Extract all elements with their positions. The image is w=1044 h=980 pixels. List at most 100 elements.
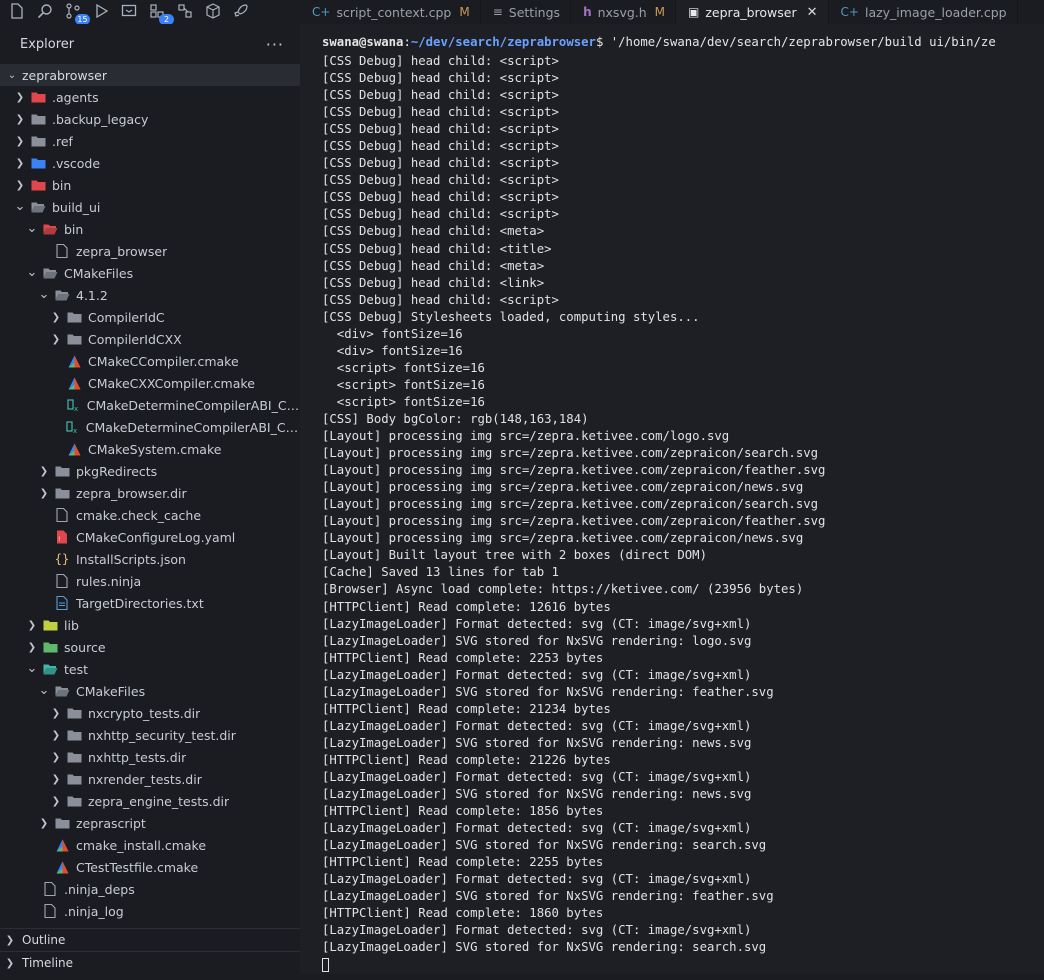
tree-item-label: .ref — [52, 133, 73, 149]
folder-icon — [54, 684, 70, 698]
tree-file[interactable]: ❯rules.ninja — [0, 570, 300, 592]
terminal-line: [CSS] Body bgColor: rgb(148,163,184) — [322, 411, 589, 426]
tree-folder[interactable]: ⌄ bin — [0, 218, 300, 240]
tree-item-label: CMakeDetermineCompilerABI_C.bin — [86, 397, 300, 413]
terminal-line: <div> fontSize=16 — [322, 343, 463, 358]
prompt-path: ~/dev/search/zeprabrowser — [410, 35, 596, 49]
tree-folder[interactable]: ❯ bin — [0, 174, 300, 196]
modified-indicator: M — [654, 5, 666, 19]
tree-file[interactable]: ❯{}InstallScripts.json — [0, 548, 300, 570]
tree-file[interactable]: ❯CMakeSystem.cmake — [0, 438, 300, 460]
cpp-file-icon: C+ — [312, 5, 331, 19]
tree-item-label: CTestTestfile.cmake — [76, 859, 199, 875]
tab-settings[interactable]: ≡ Settings — [481, 0, 572, 24]
tree-item-label: rules.ninja — [76, 573, 142, 589]
terminal-line: [LazyImageLoader] SVG stored for NxSVG r… — [322, 735, 752, 750]
file-icon — [54, 574, 70, 588]
files-icon[interactable] — [8, 3, 26, 21]
tree-file[interactable]: ❯xCMakeDetermineCompilerABI_C.bin — [0, 394, 300, 416]
folder-icon — [66, 310, 82, 324]
tree-file[interactable]: ❯xCMakeDetermineCompilerABI_CXX.... — [0, 416, 300, 438]
tree-item-label: nxhttp_security_test.dir — [88, 727, 236, 743]
chevron-right-icon: ❯ — [51, 707, 61, 719]
tree-file[interactable]: ❯CMakeCCompiler.cmake — [0, 350, 300, 372]
tree-item-label: nxhttp_tests.dir — [88, 749, 187, 765]
tree-file[interactable]: ❯TargetDirectories.txt — [0, 592, 300, 614]
terminal-line: [CSS Debug] head child: <script> — [322, 173, 559, 188]
tree-file[interactable]: ❯!CMakeConfigureLog.yaml — [0, 526, 300, 548]
terminal-line: [HTTPClient] Read complete: 21226 bytes — [322, 752, 611, 767]
tab-nxsvg[interactable]: h nxsvg.h M — [571, 0, 677, 24]
chevron-right-icon: ❯ — [39, 465, 49, 477]
tree-item-label: source — [64, 639, 106, 655]
tree-folder[interactable]: ❯ nxrender_tests.dir — [0, 768, 300, 790]
tree-folder[interactable]: ❯ zepra_browser.dir — [0, 482, 300, 504]
svg-text:x: x — [73, 427, 77, 434]
tree-item-label: .agents — [52, 89, 99, 105]
timeline-section[interactable]: ❯ Timeline — [0, 951, 300, 974]
tree-folder[interactable]: ❯ .ref — [0, 130, 300, 152]
deploy-icon[interactable] — [232, 3, 250, 21]
tree-folder[interactable]: ⌄ test — [0, 658, 300, 680]
tree-folder[interactable]: ❯ zepra_engine_tests.dir — [0, 790, 300, 812]
workspace-root-label: zeprabrowser — [22, 67, 107, 83]
source-control-icon[interactable]: 15 — [64, 3, 90, 25]
folder-icon — [42, 618, 58, 632]
tree-file[interactable]: ❯CTestTestfile.cmake — [0, 856, 300, 878]
tree-file[interactable]: ❯CMakeCXXCompiler.cmake — [0, 372, 300, 394]
tree-item-label: CMakeFiles — [64, 265, 134, 281]
tree-folder[interactable]: ❯ CompilerIdCXX — [0, 328, 300, 350]
terminal-line: [CSS Debug] head child: <script> — [322, 71, 559, 86]
database-icon[interactable] — [204, 3, 222, 21]
testing-icon[interactable] — [176, 3, 194, 21]
tree-folder[interactable]: ⌄ CMakeFiles — [0, 262, 300, 284]
tree-folder[interactable]: ❯ source — [0, 636, 300, 658]
tree-folder[interactable]: ❯ .vscode — [0, 152, 300, 174]
tree-folder[interactable]: ❯ nxhttp_security_test.dir — [0, 724, 300, 746]
tree-item-label: zeprascript — [76, 815, 146, 831]
tree-folder[interactable]: ❯ .agents — [0, 86, 300, 108]
terminal-panel[interactable]: swana@swana:~/dev/search/zeprabrowser$ '… — [300, 24, 1044, 980]
cmake-icon — [66, 442, 82, 456]
terminal-line: [Layout] processing img src=/zepra.ketiv… — [322, 429, 730, 444]
tab-script-context[interactable]: C+ script_context.cpp M — [300, 0, 481, 24]
sidebar-sections: ❯ Outline ❯ Timeline — [0, 928, 300, 974]
tree-item-label: CMakeFiles — [76, 683, 146, 699]
chevron-down-icon: ⌄ — [38, 683, 50, 698]
tree-item-label: pkgRedirects — [76, 463, 158, 479]
tree-folder[interactable]: ❯ .backup_legacy — [0, 108, 300, 130]
workspace-root[interactable]: ⌄ zeprabrowser — [0, 64, 300, 86]
tree-folder[interactable]: ⌄ build_ui — [0, 196, 300, 218]
outline-section[interactable]: ❯ Outline — [0, 928, 300, 951]
editor-tab-bar: C+ script_context.cpp M ≡ Settings h nxs… — [300, 0, 1044, 24]
tree-file[interactable]: ❯cmake_install.cmake — [0, 834, 300, 856]
tree-file[interactable]: ❯.ninja_deps — [0, 878, 300, 900]
tree-file[interactable]: ❯zepra_browser — [0, 240, 300, 262]
timeline-label: Timeline — [22, 956, 74, 970]
prompt-separator: : — [403, 35, 411, 49]
tab-zepra-browser-terminal[interactable]: ▣ zepra_browser ✕ — [676, 0, 829, 24]
close-icon[interactable]: ✕ — [807, 5, 818, 20]
tab-lazy-image-loader[interactable]: C+ lazy_image_loader.cpp — [829, 0, 1018, 24]
chevron-right-icon: ❯ — [27, 619, 37, 631]
terminal-line: [HTTPClient] Read complete: 2255 bytes — [322, 855, 604, 870]
tree-folder[interactable]: ❯ CompilerIdC — [0, 306, 300, 328]
tree-folder[interactable]: ⌄ CMakeFiles — [0, 680, 300, 702]
tree-file[interactable]: ❯.ninja_log — [0, 900, 300, 922]
tree-folder[interactable]: ⌄ 4.1.2 — [0, 284, 300, 306]
tree-folder[interactable]: ❯ nxhttp_tests.dir — [0, 746, 300, 768]
tree-folder[interactable]: ❯ pkgRedirects — [0, 460, 300, 482]
run-debug-icon[interactable] — [92, 3, 110, 21]
tree-folder[interactable]: ❯ zeprascript — [0, 812, 300, 834]
remote-icon[interactable] — [120, 3, 138, 21]
tree-file[interactable]: ❯cmake.check_cache — [0, 504, 300, 526]
svg-text:!: ! — [58, 536, 60, 543]
search-icon[interactable] — [36, 3, 54, 21]
folder-icon — [42, 640, 58, 654]
tree-folder[interactable]: ❯ lib — [0, 614, 300, 636]
extensions-icon[interactable]: 2 — [148, 3, 174, 25]
tree-folder[interactable]: ❯ nxcrypto_tests.dir — [0, 702, 300, 724]
chevron-right-icon: ❯ — [15, 135, 25, 147]
tree-item-label: zepra_engine_tests.dir — [88, 793, 230, 809]
more-actions-button[interactable]: ··· — [266, 35, 284, 54]
